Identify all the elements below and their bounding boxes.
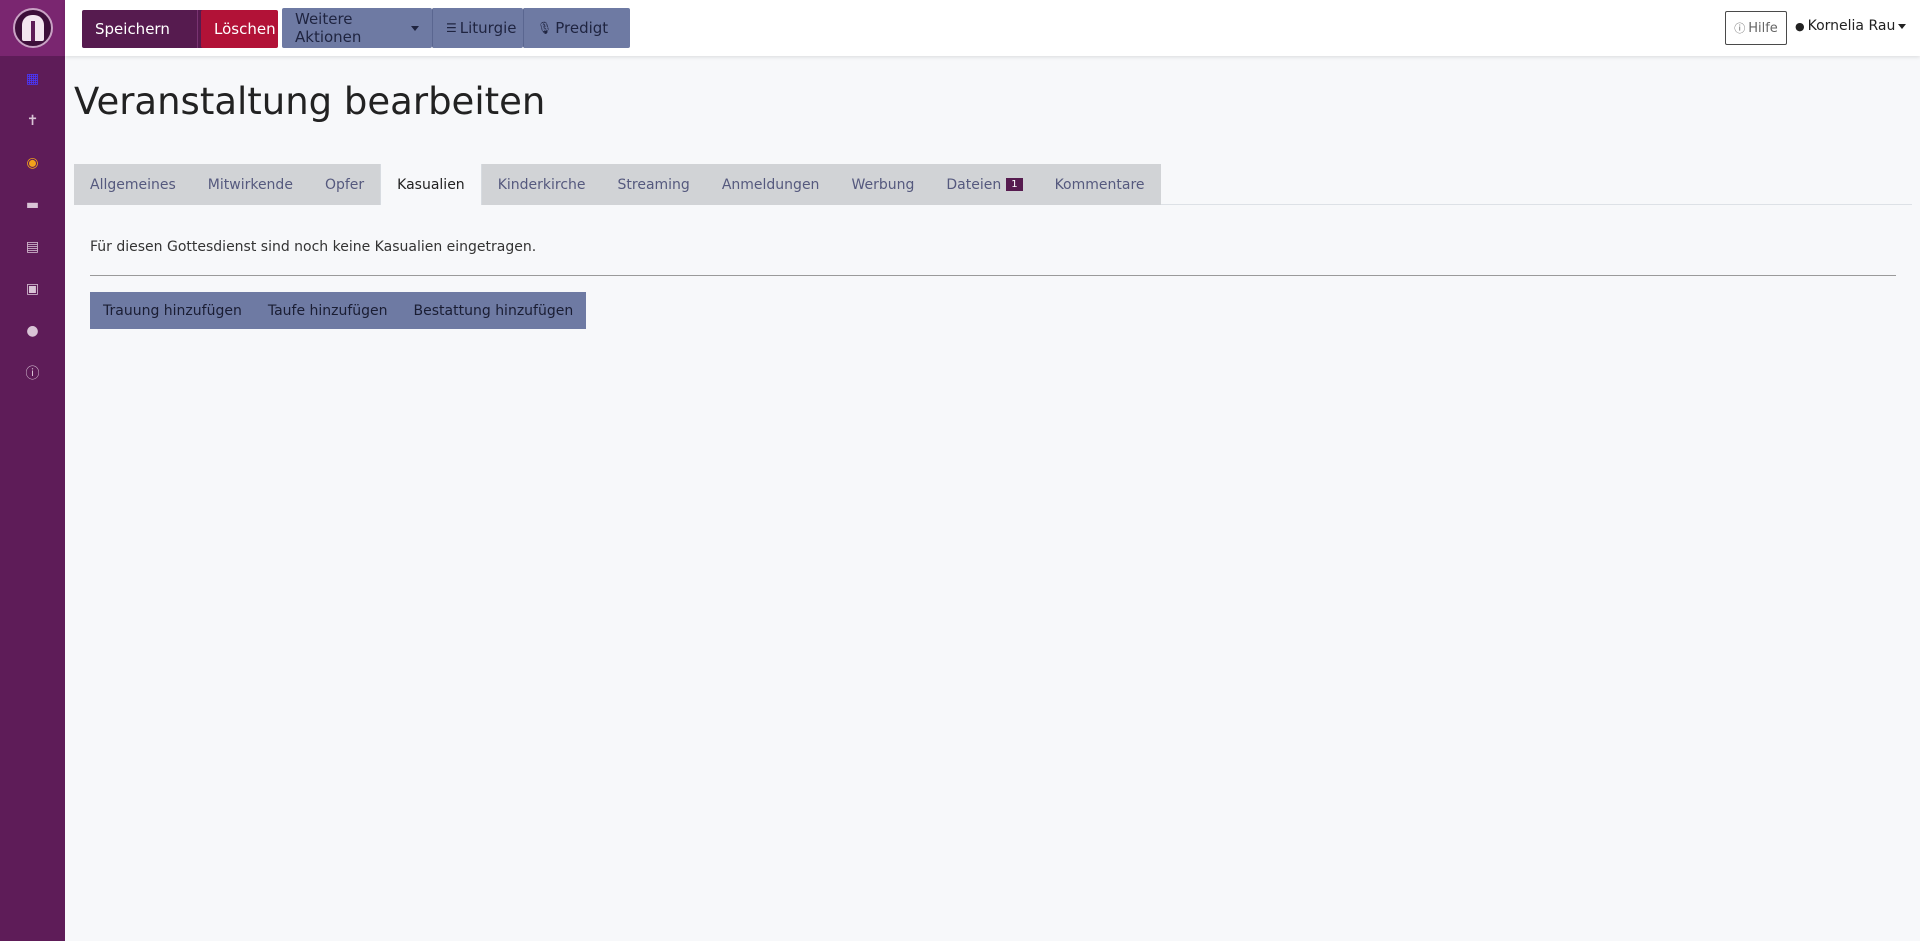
delete-button-label: Löschen <box>214 20 276 38</box>
add-baptism-button[interactable]: Taufe hinzufügen <box>255 292 401 329</box>
tab-label: Dateien <box>946 176 1002 193</box>
tab-kommentare[interactable]: Kommentare <box>1038 164 1161 205</box>
tab-dateien[interactable]: Dateien 1 <box>930 164 1039 205</box>
tab-label: Allgemeines <box>90 176 176 193</box>
cross-icon[interactable]: ✝ <box>0 100 65 142</box>
tab-anmeldungen[interactable]: Anmeldungen <box>705 164 836 205</box>
tab-allgemeines[interactable]: Allgemeines <box>74 164 192 205</box>
tab-label: Streaming <box>617 176 690 193</box>
chevron-down-icon <box>411 25 419 31</box>
file-count-badge: 1 <box>1006 178 1023 191</box>
tab-label: Mitwirkende <box>207 176 293 193</box>
top-toolbar: Speichern Löschen Weitere Aktionen ☰ Litu… <box>65 0 1920 56</box>
more-actions-label: Weitere Aktionen <box>295 10 362 46</box>
divider <box>90 275 1896 276</box>
save-button[interactable]: Speichern <box>82 10 197 48</box>
sidebar: ▦ ✝ ◉ ▬ ▤ ▣ ● ⓘ <box>0 0 65 941</box>
tab-label: Anmeldungen <box>721 176 820 193</box>
predigt-label: Predigt <box>555 19 609 37</box>
tab-label: Kasualien <box>397 176 465 193</box>
tab-opfer[interactable]: Opfer <box>308 164 381 205</box>
user-icon: ● <box>1795 19 1805 33</box>
empty-state-text: Für diesen Gottesdienst sind noch keine … <box>90 239 537 255</box>
keyboard-icon[interactable]: ▬ <box>0 184 65 226</box>
help-label: Hilfe <box>1748 20 1778 36</box>
list-icon: ☰ <box>446 21 457 35</box>
globe-icon[interactable]: ◉ <box>0 142 65 184</box>
printer-icon[interactable]: ▤ <box>0 226 65 268</box>
user-menu[interactable]: ● Kornelia Rau <box>1795 18 1907 34</box>
tab-streaming[interactable]: Streaming <box>601 164 706 205</box>
add-funeral-button[interactable]: Bestattung hinzufügen <box>401 292 587 329</box>
tab-label: Kinderkirche <box>497 176 586 193</box>
tab-bar: Allgemeines Mitwirkende Opfer Kasualien … <box>74 164 1161 205</box>
tab-label: Opfer <box>324 176 365 193</box>
microphone-icon: 🎙 <box>537 21 553 35</box>
user-name: Kornelia Rau <box>1807 18 1896 34</box>
tab-label: Werbung <box>851 176 915 193</box>
more-actions-button[interactable]: Weitere Aktionen <box>282 8 432 48</box>
logo-emblem <box>12 8 53 48</box>
chevron-down-icon <box>1898 23 1907 29</box>
info-icon[interactable]: ⓘ <box>0 352 65 394</box>
add-wedding-button[interactable]: Trauung hinzufügen <box>90 292 255 329</box>
add-kasualie-button-group: Trauung hinzufügen Taufe hinzufügen Best… <box>90 292 587 329</box>
tab-kinderkirche[interactable]: Kinderkirche <box>481 164 602 205</box>
delete-button[interactable]: Löschen <box>201 10 278 48</box>
tab-mitwirkende[interactable]: Mitwirkende <box>191 164 309 205</box>
help-button[interactable]: ⓘ Hilfe <box>1725 11 1787 45</box>
question-circle-icon: ⓘ <box>1734 22 1746 35</box>
liturgie-label: Liturgie <box>459 19 517 37</box>
calendar-check-icon[interactable]: ▣ <box>0 268 65 310</box>
app-logo[interactable] <box>0 0 65 56</box>
calendar-icon[interactable]: ▦ <box>0 58 65 100</box>
save-button-label: Speichern <box>95 20 170 38</box>
liturgie-button[interactable]: ☰ Liturgie <box>432 8 523 48</box>
page-title: Veranstaltung bearbeiten <box>74 80 546 123</box>
tab-label: Kommentare <box>1054 176 1145 193</box>
tab-kasualien[interactable]: Kasualien <box>380 164 482 205</box>
user-shield-icon[interactable]: ● <box>0 310 65 352</box>
tab-werbung[interactable]: Werbung <box>835 164 931 205</box>
predigt-button[interactable]: 🎙 Predigt <box>523 8 630 48</box>
